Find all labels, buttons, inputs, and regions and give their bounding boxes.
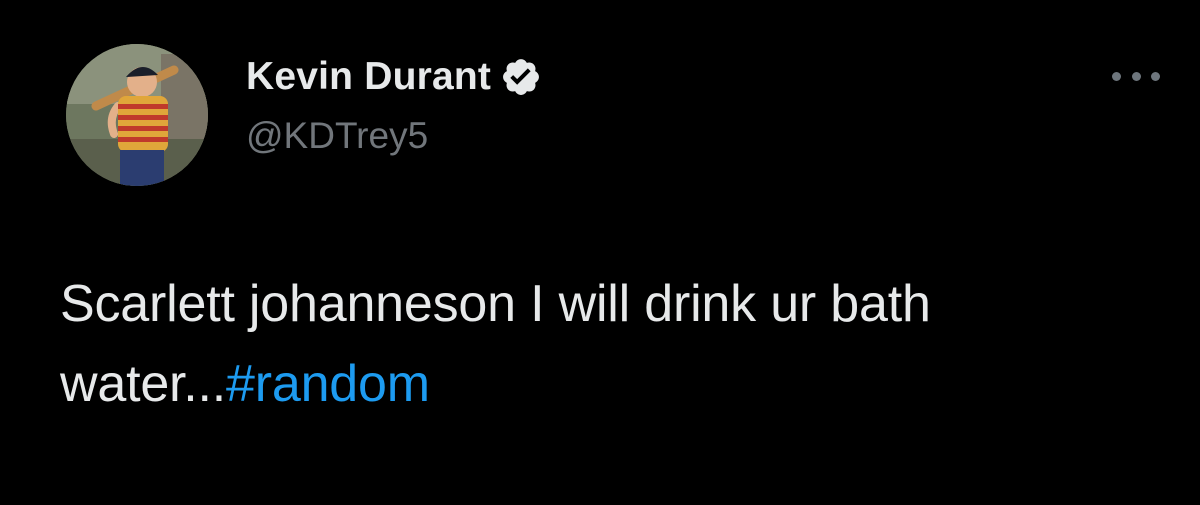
hashtag-link[interactable]: #random <box>226 355 430 413</box>
more-dots-icon <box>1131 71 1141 81</box>
author-handle[interactable]: @KDTrey5 <box>246 115 542 157</box>
tweet-text: Scarlett johanneson I will drink ur bath… <box>60 264 1170 424</box>
tweet-text-line-1: Scarlett johanneson I will drink ur bath <box>60 275 931 333</box>
author-display-name[interactable]: Kevin Durant <box>246 55 491 99</box>
author-info: Kevin Durant @KDTrey5 <box>246 52 542 157</box>
more-dots-icon <box>1151 71 1160 81</box>
author-name-row: Kevin Durant <box>246 52 542 102</box>
more-options-button[interactable] <box>1112 62 1160 90</box>
avatar-photo <box>66 44 208 186</box>
tweet-text-line-2: water...#random <box>60 344 1170 424</box>
author-avatar[interactable] <box>66 44 208 186</box>
tweet-card: Kevin Durant @KDTrey5 Scarlett johanneso… <box>0 0 1200 505</box>
verified-badge-icon <box>500 56 542 98</box>
more-dots-icon <box>1112 71 1121 81</box>
tweet-text-prefix: water... <box>60 355 227 413</box>
